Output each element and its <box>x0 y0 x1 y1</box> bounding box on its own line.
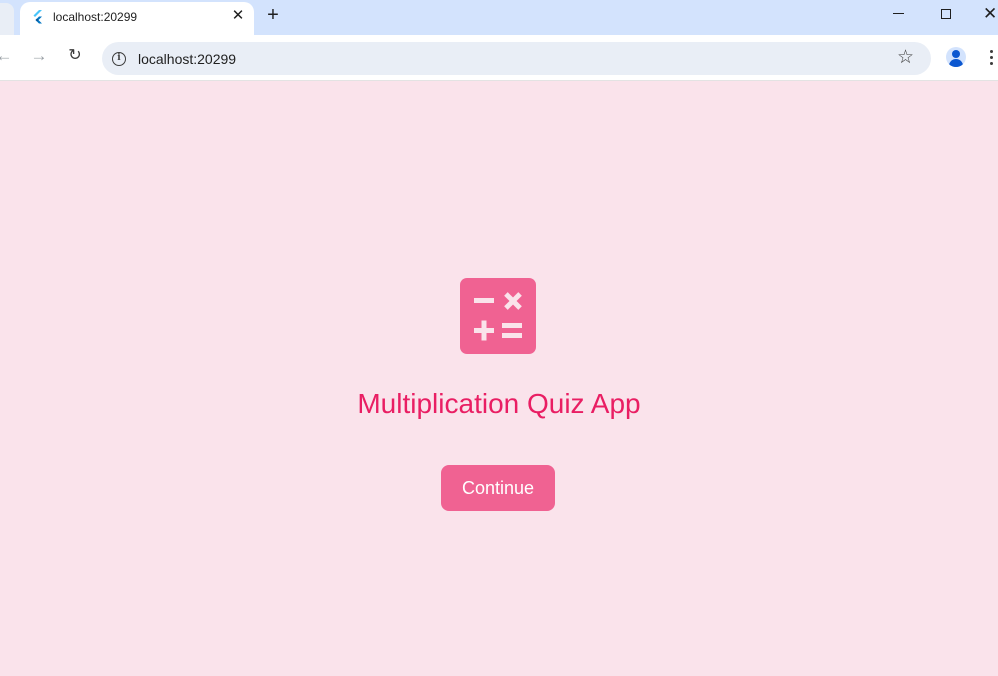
reload-button[interactable]: ↻ <box>64 45 86 67</box>
back-button[interactable]: ← <box>0 45 15 67</box>
previous-tab[interactable]: ✔ <box>0 3 14 35</box>
site-info-icon[interactable]: i <box>112 52 126 66</box>
new-tab-button[interactable]: + <box>262 4 284 26</box>
browser-toolbar: ← → ↻ i localhost:20299 ☆ <box>0 35 998 81</box>
url-text[interactable]: localhost:20299 <box>138 51 236 67</box>
tab-close-icon[interactable]: ✕ <box>229 7 247 25</box>
forward-button[interactable]: → <box>28 45 50 67</box>
profile-avatar-icon[interactable] <box>946 47 966 67</box>
minimize-window-button[interactable] <box>893 13 904 14</box>
continue-button[interactable]: Continue <box>441 465 555 511</box>
browser-tab-active[interactable]: localhost:20299 ✕ <box>20 2 254 35</box>
tab-strip: ✔ localhost:20299 ✕ + ✕ <box>0 0 998 35</box>
close-window-button[interactable]: ✕ <box>983 4 998 24</box>
flutter-icon <box>33 10 42 24</box>
tab-title: localhost:20299 <box>53 10 138 24</box>
bookmark-star-icon[interactable]: ☆ <box>897 47 914 69</box>
browser-menu-icon[interactable] <box>990 50 994 66</box>
maximize-window-button[interactable] <box>941 9 951 19</box>
app-title: Multiplication Quiz App <box>357 388 641 419</box>
address-bar[interactable]: i localhost:20299 ☆ <box>102 42 931 75</box>
calculate-icon <box>460 278 536 354</box>
app-screen: Multiplication Quiz App Continue <box>0 82 998 676</box>
